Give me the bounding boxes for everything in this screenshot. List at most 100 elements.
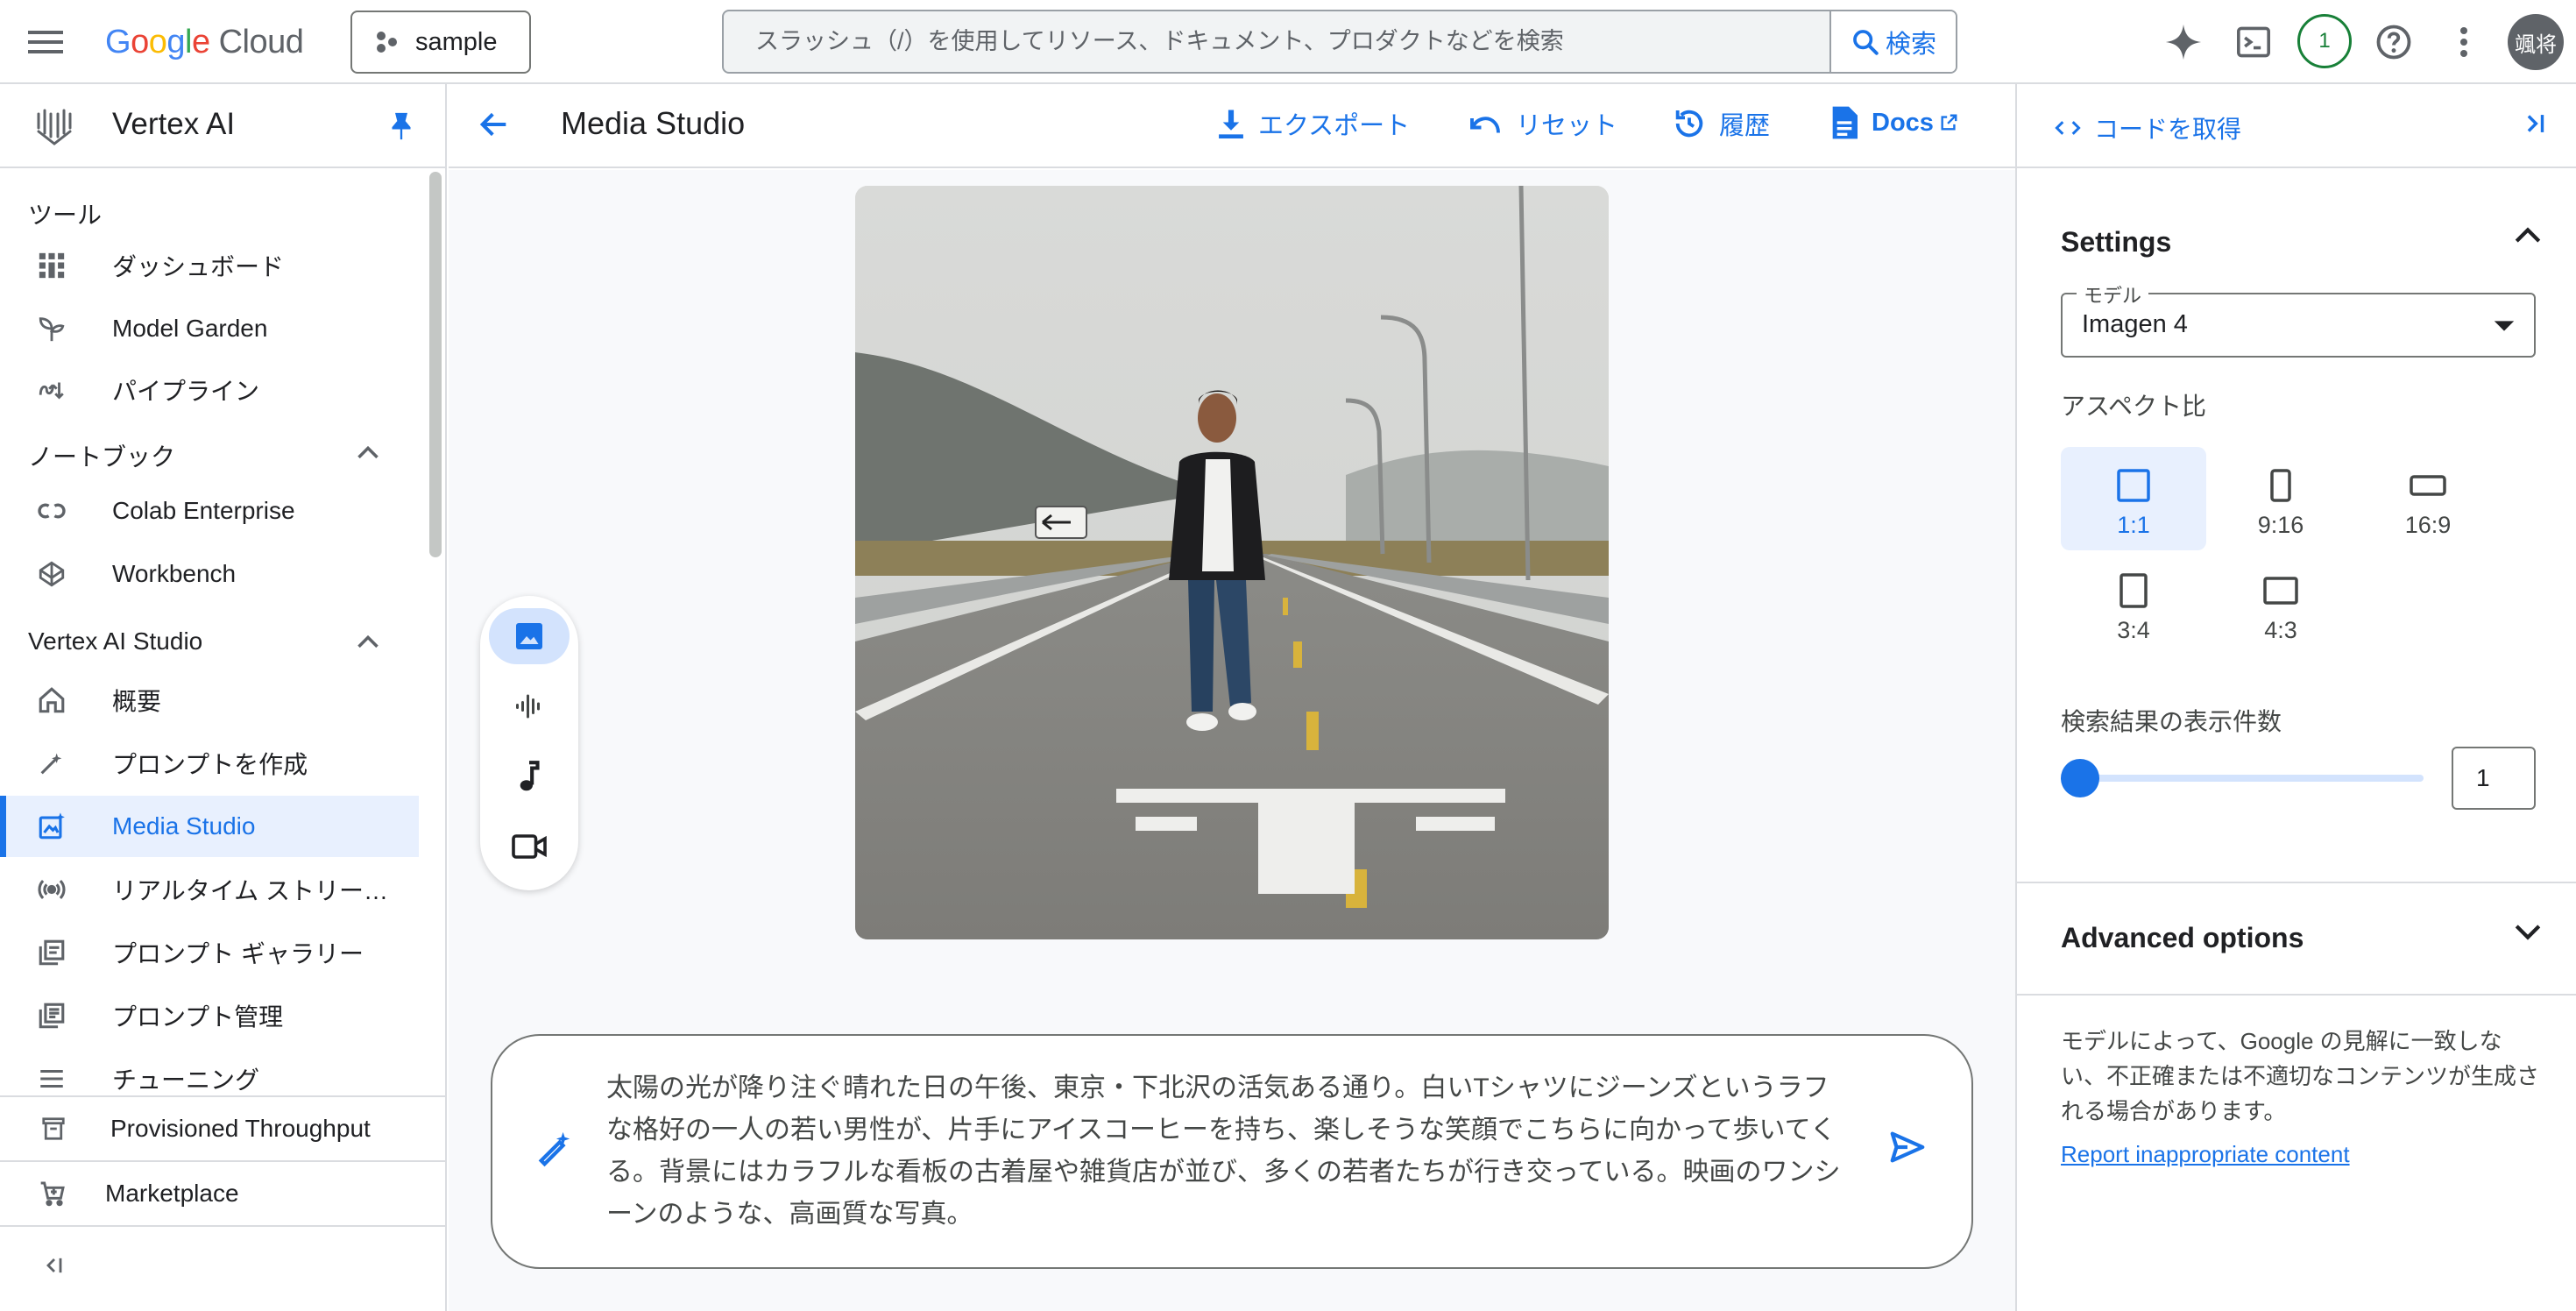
sidebar-item-tuning[interactable]: チューニング (0, 1048, 419, 1090)
search-button[interactable]: 検索 (1829, 11, 1956, 72)
sidebar-item-workbench[interactable]: Workbench (0, 543, 419, 605)
generated-image[interactable] (855, 186, 1609, 939)
code-icon (2055, 121, 2081, 135)
logo-letter: o (148, 23, 167, 60)
sidebar-item-label: プロンプトを作成 (112, 751, 308, 778)
product-name: Vertex AI (112, 107, 236, 141)
sidebar-item-pipelines[interactable]: パイプライン (0, 359, 419, 421)
search-input[interactable] (724, 11, 1829, 72)
terminal-icon (2237, 26, 2270, 58)
sidebar: Vertex AI ツール ダッシュボード Model Garden パイプライ… (0, 84, 447, 1311)
media-canvas: 太陽の光が降り注ぐ晴れた日の午後、東京・下北沢の活気ある通り。白いTシャツにジー… (449, 170, 2015, 1311)
gemini-spark-icon (2165, 24, 2202, 60)
collapse-panel-icon[interactable] (2520, 109, 2550, 138)
gallery-icon (37, 938, 89, 967)
sidebar-item-overview[interactable]: 概要 (0, 670, 419, 731)
get-code-button[interactable]: コードを取得 (2054, 110, 2241, 145)
cart-icon (39, 1180, 88, 1208)
google-cloud-logo[interactable]: Google Cloud (105, 18, 304, 67)
model-garden-icon (37, 314, 89, 344)
advanced-options-section[interactable]: Advanced options (2017, 882, 2576, 996)
sidebar-item-label: パイプライン (112, 378, 260, 405)
sidebar-item-dashboard[interactable]: ダッシュボード (0, 235, 419, 296)
sidebar-item-label: リアルタイム ストリーミング (112, 877, 401, 904)
sidebar-item-realtime-streaming[interactable]: リアルタイム ストリーミング (0, 859, 419, 920)
sidebar-item-marketplace[interactable]: Marketplace (0, 1160, 445, 1225)
report-content-link[interactable]: Report inappropriate content (2061, 1141, 2350, 1168)
collapse-sidebar-icon[interactable] (42, 1253, 67, 1278)
prompt-input-box[interactable]: 太陽の光が降り注ぐ晴れた日の午後、東京・下北沢の活気ある通り。白いTシャツにジー… (491, 1034, 1973, 1269)
open-in-new-icon (1941, 114, 1957, 131)
prompt-text[interactable]: 太陽の光が降り注ぐ晴れた日の午後、東京・下北沢の活気ある通り。白いTシャツにジー… (606, 1067, 1851, 1236)
chevron-up-icon[interactable] (2513, 224, 2543, 245)
sidebar-item-media-studio[interactable]: Media Studio (0, 796, 419, 857)
avatar[interactable]: 颯将 (2508, 14, 2564, 70)
sidebar-item-colab[interactable]: Colab Enterprise (0, 480, 419, 542)
help-button[interactable] (2371, 19, 2417, 65)
sidebar-item-prompt-management[interactable]: プロンプト管理 (0, 985, 419, 1046)
aspect-option-3-4[interactable]: 3:4 (2061, 552, 2206, 656)
sidebar-scrollbar[interactable] (429, 172, 442, 557)
advanced-options-title: Advanced options (2061, 922, 2304, 953)
main-menu-button[interactable] (23, 19, 68, 65)
aspect-option-9-16[interactable]: 9:16 (2208, 447, 2353, 550)
music-note-icon (520, 761, 540, 791)
chevron-up-icon[interactable] (356, 633, 380, 650)
sidebar-scroll-area: ツール ダッシュボード Model Garden パイプライン ノートブック C… (0, 170, 429, 1090)
chevron-down-icon (2513, 922, 2543, 943)
sidebar-item-label: Model Garden (112, 315, 268, 342)
sidebar-item-prompt-gallery[interactable]: プロンプト ギャラリー (0, 922, 419, 983)
video-camera-icon (512, 834, 547, 859)
music-mode-button[interactable] (489, 748, 570, 804)
logo-letter: l (184, 23, 192, 60)
aspect-option-1-1[interactable]: 1:1 (2061, 447, 2206, 550)
sidebar-item-provisioned-throughput[interactable]: Provisioned Throughput (0, 1095, 445, 1160)
docs-label: Docs (1872, 108, 1934, 137)
result-count-input[interactable]: 1 (2452, 747, 2536, 810)
document-icon (1832, 106, 1858, 139)
settings-panel-header: コードを取得 (2017, 84, 2576, 168)
help-icon (2376, 25, 2411, 60)
back-arrow-icon[interactable] (477, 107, 512, 142)
logo-letter: g (166, 23, 185, 60)
sidebar-item-label: Provisioned Throughput (110, 1115, 371, 1142)
history-label: 履歴 (1719, 112, 1771, 140)
project-picker[interactable]: sample (350, 11, 531, 74)
gemini-button[interactable] (2161, 19, 2206, 65)
audio-waveform-icon (516, 694, 540, 719)
export-button[interactable]: エクスポート (1216, 105, 1410, 142)
sidebar-item-model-garden[interactable]: Model Garden (0, 298, 419, 359)
result-count-slider-track[interactable] (2080, 775, 2424, 782)
search-bar: 検索 (722, 10, 1957, 74)
send-icon (1890, 1131, 1925, 1163)
audio-mode-button[interactable] (489, 678, 570, 734)
colab-icon (37, 500, 89, 521)
model-select[interactable]: モデル Imagen 4 (2061, 280, 2536, 358)
square-icon (2117, 466, 2150, 505)
sidebar-item-label: Workbench (112, 560, 237, 587)
generated-photo (855, 186, 1609, 939)
magic-wand-icon[interactable] (534, 1129, 575, 1169)
notifications-badge[interactable]: 1 (2297, 14, 2352, 68)
history-button[interactable]: 履歴 (1672, 105, 1770, 142)
sidebar-item-label: プロンプト管理 (112, 1003, 284, 1031)
aspect-option-16-9[interactable]: 16:9 (2355, 447, 2501, 550)
cloud-shell-button[interactable] (2231, 19, 2276, 65)
reset-button[interactable]: リセット (1467, 105, 1617, 142)
docs-link[interactable]: Docs (1829, 105, 1958, 140)
logo-letter: G (105, 23, 131, 60)
send-button[interactable] (1887, 1127, 1928, 1167)
aspect-option-4-3[interactable]: 4:3 (2208, 552, 2353, 656)
more-options-button[interactable] (2441, 19, 2487, 65)
landscape-icon (2263, 571, 2298, 610)
chevron-up-icon[interactable] (356, 443, 380, 461)
reset-label: リセット (1516, 112, 1618, 140)
image-mode-button[interactable] (489, 608, 570, 664)
result-count-slider-thumb[interactable] (2061, 759, 2099, 797)
sidebar-item-create-prompt[interactable]: プロンプトを作成 (0, 733, 419, 794)
pin-icon[interactable] (389, 110, 414, 142)
get-code-label: コードを取得 (2094, 116, 2242, 143)
video-mode-button[interactable] (489, 818, 570, 875)
disclaimer-text: モデルによって、Google の見解に一致しない、不正確または不適切なコンテンツ… (2061, 1028, 2540, 1124)
more-vert-icon (2460, 27, 2467, 57)
